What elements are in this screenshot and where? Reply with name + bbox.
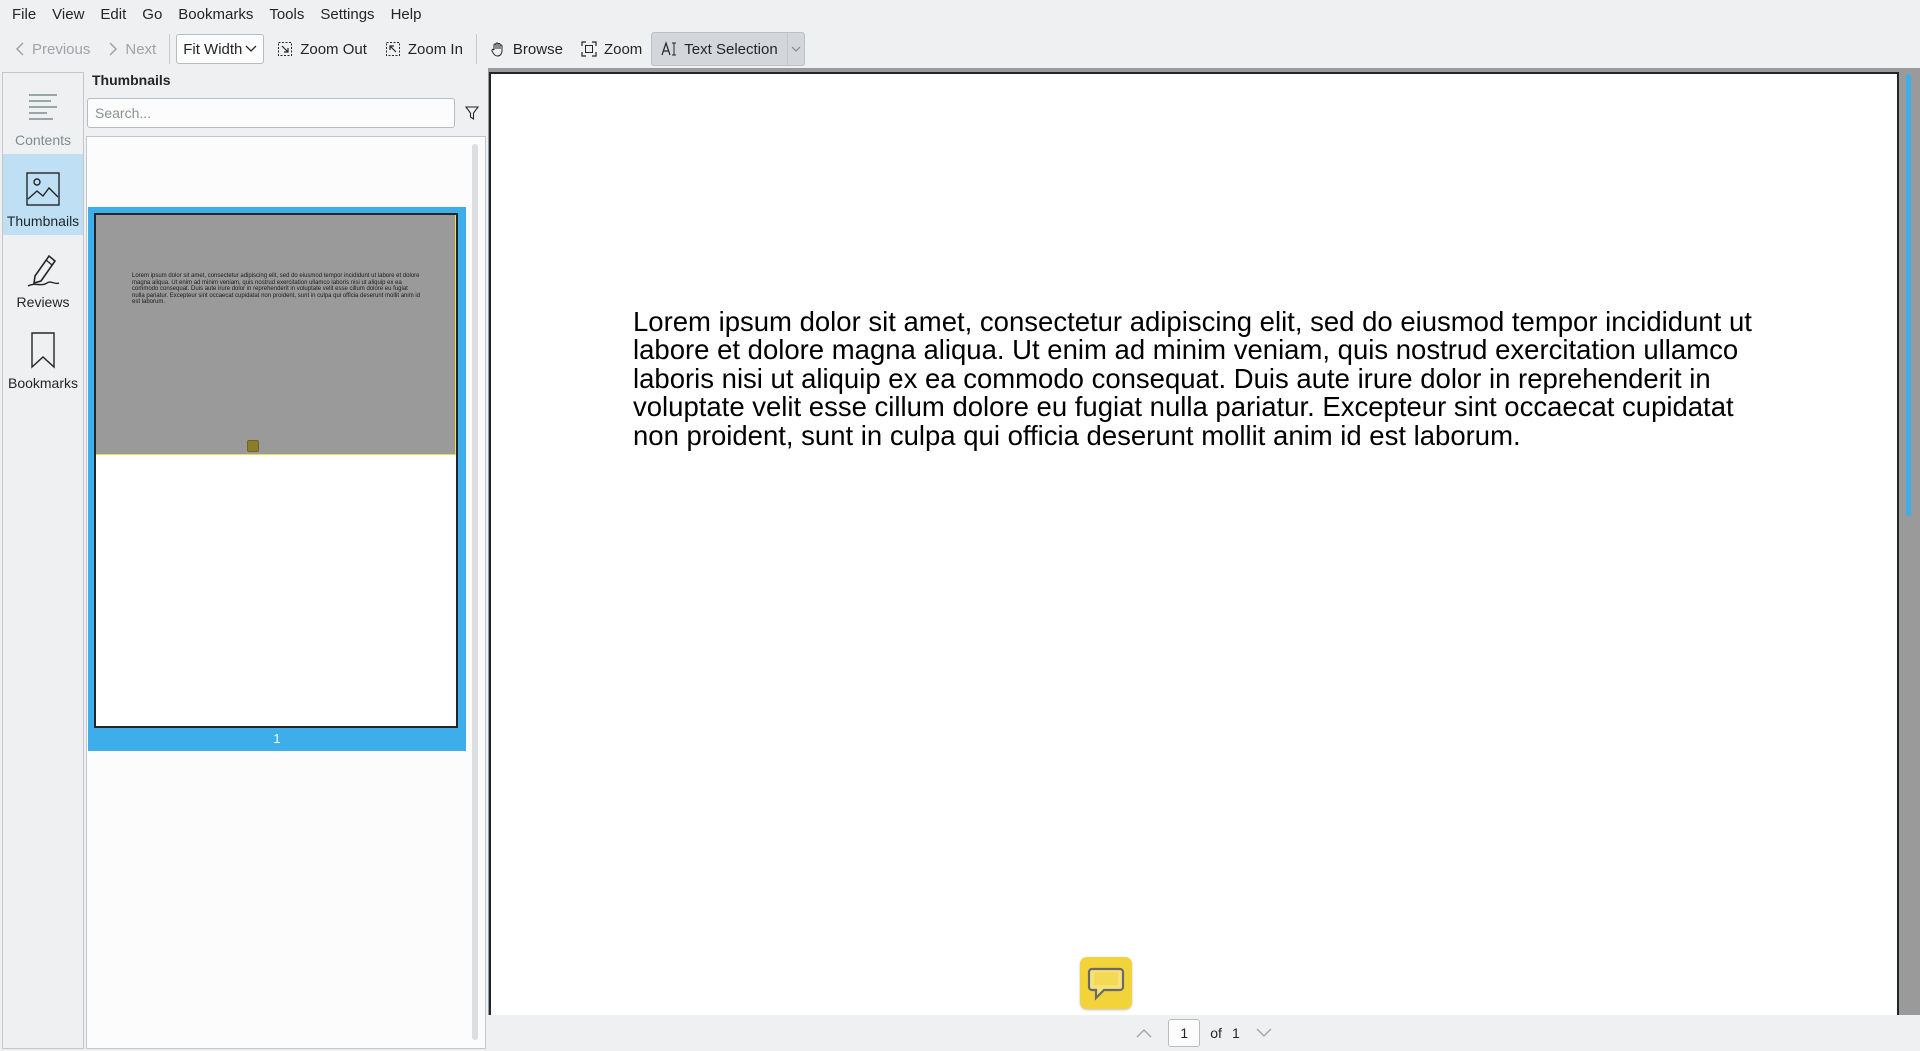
thumbnails-icon — [26, 172, 60, 206]
document-page: Lorem ipsum dolor sit amet, consectetur … — [489, 72, 1899, 1015]
zoom-in-button[interactable]: Zoom In — [376, 32, 472, 66]
chevron-down-icon — [791, 46, 801, 52]
document-text[interactable]: Lorem ipsum dolor sit amet, consectetur … — [633, 307, 1773, 450]
browse-tool-button[interactable]: Browse — [481, 32, 572, 66]
sidebar-tab-contents[interactable]: Contents — [3, 73, 83, 154]
filter-icon[interactable] — [465, 106, 479, 120]
zoom-tool-button[interactable]: Zoom — [572, 32, 651, 66]
panel-title: Thumbnails — [92, 72, 171, 88]
thumbnail-item[interactable]: Lorem ipsum dolor sit amet, consectetur … — [88, 207, 466, 751]
zoom-select-icon — [581, 41, 597, 57]
menu-go[interactable]: Go — [134, 0, 170, 30]
pen-icon — [27, 254, 60, 287]
zoom-in-label: Zoom In — [407, 40, 463, 58]
main-toolbar: Previous Next Fit Width Zoom Out Zoom In… — [0, 30, 1920, 68]
zoom-out-label: Zoom Out — [300, 40, 367, 58]
sidebar-tab-reviews[interactable]: Reviews — [3, 235, 83, 316]
menubar: File View Edit Go Bookmarks Tools Settin… — [0, 0, 1920, 30]
chevron-down-icon — [1256, 1028, 1272, 1037]
menu-view[interactable]: View — [44, 0, 92, 30]
thumbnail-note-icon — [247, 440, 259, 452]
zoom-mode-value: Fit Width — [183, 40, 243, 58]
note-annotation-icon[interactable] — [1080, 957, 1132, 1009]
menu-settings[interactable]: Settings — [312, 0, 382, 30]
current-page-input[interactable]: 1 — [1168, 1019, 1201, 1047]
sidebar-tab-label: Bookmarks — [7, 375, 79, 391]
contents-icon — [29, 94, 57, 120]
page-of-label: of — [1210, 1025, 1222, 1041]
previous-button[interactable]: Previous — [6, 32, 99, 66]
chevron-down-icon — [245, 45, 257, 52]
thumbnail-highlight-area — [96, 215, 456, 455]
thumbnail-list[interactable]: Lorem ipsum dolor sit amet, consectetur … — [86, 136, 486, 1049]
menu-help[interactable]: Help — [383, 0, 430, 30]
toolbar-separator — [169, 34, 171, 64]
sidebar-tab-label: Contents — [14, 132, 72, 148]
chevron-up-icon — [1136, 1029, 1152, 1038]
next-button[interactable]: Next — [99, 32, 165, 66]
sidebar-tabs: Contents Thumbnails Reviews Bookmarks — [2, 72, 84, 1049]
document-scrollbar[interactable] — [1906, 74, 1911, 516]
thumbnail-page-preview: Lorem ipsum dolor sit amet, consectetur … — [94, 213, 458, 728]
browse-label: Browse — [512, 40, 563, 58]
sidebar-tab-label: Reviews — [16, 294, 70, 310]
menu-tools[interactable]: Tools — [261, 0, 312, 30]
chevron-right-icon — [109, 42, 118, 56]
text-selection-label: Text Selection — [684, 40, 778, 58]
sidebar-tab-bookmarks[interactable]: Bookmarks — [3, 316, 83, 397]
speech-bubble-icon — [1087, 967, 1125, 1001]
chevron-left-icon — [15, 42, 24, 56]
thumbnail-page-number: 1 — [273, 731, 281, 746]
page-navigation-bar: 1 of 1 — [488, 1015, 1920, 1051]
thumbnail-page-text: Lorem ipsum dolor sit amet, consectetur … — [132, 273, 421, 306]
thumbnail-scrollbar[interactable] — [472, 144, 478, 1040]
thumbnail-search-input[interactable]: Search... — [87, 98, 455, 128]
previous-label: Previous — [32, 40, 91, 58]
zoom-in-icon — [385, 42, 400, 56]
zoom-out-icon — [278, 42, 293, 56]
total-pages: 1 — [1231, 1025, 1240, 1041]
next-label: Next — [125, 40, 157, 58]
thumbnails-panel: Thumbnails Search... Lorem ipsum dolor s… — [86, 68, 486, 1049]
text-select-icon — [661, 41, 677, 56]
menu-file[interactable]: File — [4, 0, 44, 30]
previous-page-button[interactable] — [1130, 1019, 1158, 1047]
zoom-mode-select[interactable]: Fit Width — [176, 34, 265, 64]
hand-icon — [491, 42, 503, 57]
menu-bookmarks[interactable]: Bookmarks — [170, 0, 261, 30]
menu-edit[interactable]: Edit — [92, 0, 134, 30]
zoom-label: Zoom — [603, 40, 643, 58]
sidebar-tab-thumbnails[interactable]: Thumbnails — [3, 154, 83, 235]
toolbar-separator — [475, 34, 477, 64]
document-view[interactable]: Lorem ipsum dolor sit amet, consectetur … — [488, 68, 1920, 1015]
text-selection-tool-button[interactable]: Text Selection — [651, 32, 788, 66]
tool-menu-dropdown[interactable] — [786, 32, 805, 66]
sidebar-tab-label: Thumbnails — [6, 213, 80, 229]
bookmark-icon — [31, 332, 55, 369]
next-page-button[interactable] — [1250, 1019, 1278, 1047]
zoom-out-button[interactable]: Zoom Out — [268, 32, 376, 66]
